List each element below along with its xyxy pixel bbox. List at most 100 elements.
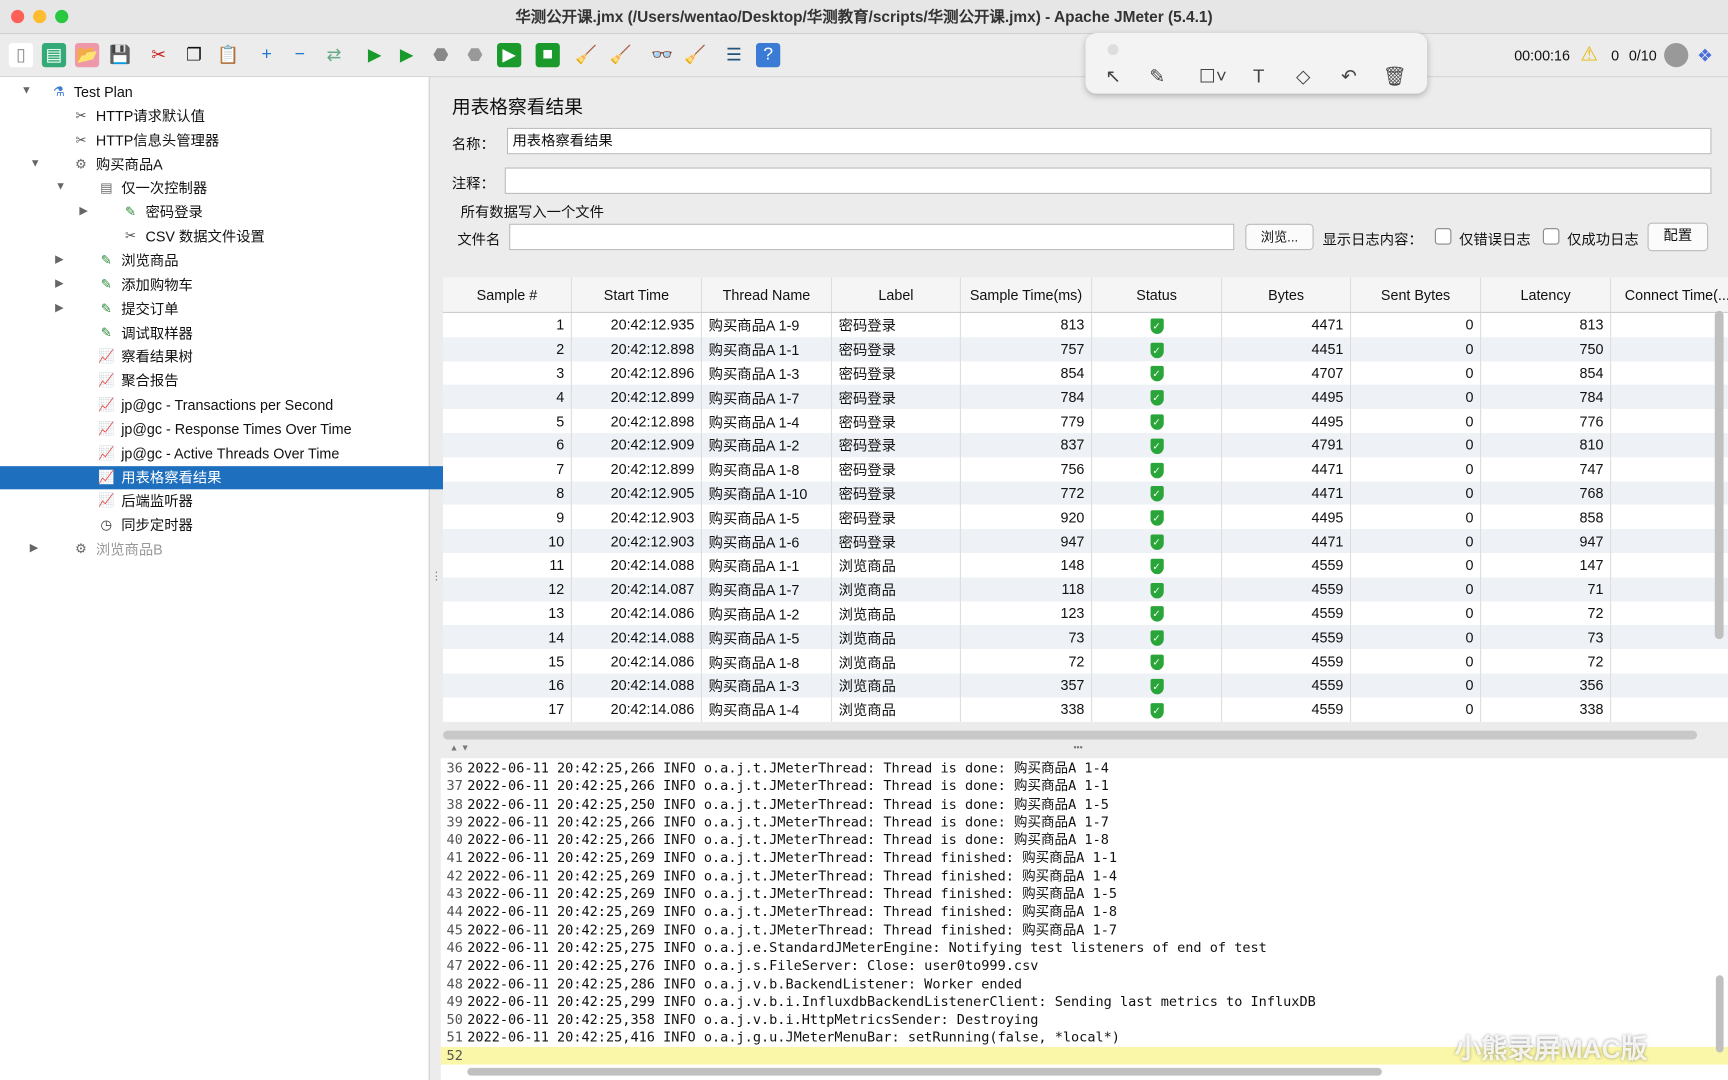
- column-header[interactable]: Thread Name: [701, 277, 833, 313]
- pen-icon[interactable]: ✎: [1149, 66, 1165, 88]
- undo-icon[interactable]: ↶: [1341, 66, 1357, 88]
- tree-item[interactable]: ✂ HTTP请求默认值: [72, 105, 205, 128]
- tree-item[interactable]: 📈 后端监听器: [97, 490, 193, 513]
- tree-item[interactable]: ✎ 调试取样器: [97, 321, 193, 344]
- stop-icon[interactable]: ⬣: [429, 43, 453, 67]
- shutdown-icon[interactable]: ⬣: [463, 43, 487, 67]
- table-row[interactable]: 920:42:12.903购买商品A 1-5密码登录920✓449508580: [443, 505, 1728, 530]
- column-header[interactable]: Sample #: [443, 277, 572, 313]
- tree-item[interactable]: 📈 jp@gc - Active Threads Over Time: [97, 442, 339, 465]
- column-header[interactable]: Connect Time(...: [1610, 277, 1728, 313]
- start-no-pause-icon[interactable]: ▶: [395, 43, 419, 67]
- tree-item[interactable]: ✎ 提交订单: [97, 297, 179, 320]
- table-row[interactable]: 520:42:12.898购买商品A 1-4密码登录779✓449507760: [443, 409, 1728, 434]
- collapse-icon[interactable]: −: [288, 43, 312, 67]
- tree-item[interactable]: ✎ 添加购物车: [97, 273, 193, 296]
- table-row[interactable]: 320:42:12.896购买商品A 1-3密码登录854✓470708540: [443, 361, 1728, 386]
- start-icon[interactable]: ▶: [363, 43, 387, 67]
- table-row[interactable]: 1320:42:14.086购买商品A 1-2浏览商品123✓45590720: [443, 601, 1728, 626]
- expanded-arrow-icon[interactable]: ▼: [21, 85, 32, 97]
- table-row[interactable]: 120:42:12.935购买商品A 1-9密码登录813✓447108130: [443, 312, 1728, 338]
- zoom-window-button[interactable]: [55, 9, 69, 24]
- table-row[interactable]: 1220:42:14.087购买商品A 1-7浏览商品118✓45590710: [443, 577, 1728, 602]
- paste-icon[interactable]: 📋: [216, 43, 240, 67]
- tree-item[interactable]: 📈 聚合报告: [97, 369, 178, 392]
- clear-all-icon[interactable]: 🧹: [608, 43, 632, 67]
- warning-icon[interactable]: ⚠: [1580, 43, 1598, 66]
- trash-icon[interactable]: 🗑: [1383, 66, 1407, 88]
- column-header[interactable]: Start Time: [571, 277, 702, 313]
- templates-icon[interactable]: ▤: [41, 42, 67, 68]
- close-window-button[interactable]: [11, 9, 25, 24]
- table-row[interactable]: 1720:42:14.086购买商品A 1-4浏览商品338✓455903380: [443, 697, 1728, 722]
- configure-button[interactable]: 配置: [1647, 222, 1709, 252]
- tree-item[interactable]: ✎ 密码登录: [121, 201, 203, 224]
- minimize-window-button[interactable]: [33, 9, 47, 24]
- column-header[interactable]: Sample Time(ms): [960, 277, 1093, 313]
- tree-item[interactable]: ⚗ Test Plan: [50, 80, 133, 103]
- remote-start-icon[interactable]: ▶: [497, 42, 522, 68]
- expanded-arrow-icon[interactable]: ▼: [30, 157, 41, 169]
- tree-item[interactable]: 📈 jp@gc - Transactions per Second: [97, 393, 333, 416]
- clear-icon[interactable]: 🧹: [574, 43, 598, 67]
- tree-item[interactable]: ⚙ 购买商品A: [72, 153, 163, 176]
- name-input[interactable]: 用表格察看结果: [506, 127, 1712, 155]
- errors-only-checkbox[interactable]: [1434, 228, 1452, 245]
- collapsed-arrow-icon[interactable]: ▶: [55, 253, 63, 265]
- table-row[interactable]: 420:42:12.899购买商品A 1-7密码登录784✓449507840: [443, 385, 1728, 410]
- table-row[interactable]: 720:42:12.899购买商品A 1-8密码登录756✓447107470: [443, 457, 1728, 482]
- function-helper-icon[interactable]: ☰: [722, 43, 746, 67]
- help-icon[interactable]: ?: [755, 42, 781, 68]
- tree-item[interactable]: ✂ CSV 数据文件设置: [121, 225, 265, 248]
- rectangle-icon[interactable]: ☐˅: [1199, 66, 1227, 88]
- tree-item[interactable]: ✎ 浏览商品: [97, 249, 179, 272]
- copy-icon[interactable]: ❐: [182, 43, 206, 67]
- column-header[interactable]: Sent Bytes: [1350, 277, 1482, 313]
- toggle-icon[interactable]: ⇄: [322, 43, 346, 67]
- column-header[interactable]: Latency: [1480, 277, 1612, 313]
- cut-icon[interactable]: ✂: [147, 43, 171, 67]
- log-horizontal-scrollbar[interactable]: [467, 1067, 1382, 1076]
- log-split-handle[interactable]: ▲ ▼ •••: [440, 742, 1728, 756]
- text-icon[interactable]: T: [1253, 66, 1264, 88]
- table-row[interactable]: 1420:42:14.088购买商品A 1-5浏览商品73✓45590730: [443, 625, 1728, 650]
- tree-item[interactable]: ▤ 仅一次控制器: [97, 177, 207, 200]
- column-header[interactable]: Status: [1091, 277, 1223, 313]
- success-only-checkbox[interactable]: [1542, 228, 1560, 245]
- reset-search-icon[interactable]: 🧹: [683, 43, 707, 67]
- log-icon[interactable]: ❖: [1697, 45, 1713, 67]
- tree-item[interactable]: 📈 jp@gc - Response Times Over Time: [97, 418, 351, 441]
- search-icon[interactable]: 👓: [650, 43, 674, 67]
- split-handle[interactable]: ⋮: [431, 571, 442, 583]
- log-vertical-scrollbar[interactable]: [1715, 975, 1724, 1053]
- table-row[interactable]: 1120:42:14.088购买商品A 1-1浏览商品148✓455901470: [443, 553, 1728, 578]
- table-row[interactable]: 1620:42:14.088购买商品A 1-3浏览商品357✓455903560: [443, 673, 1728, 698]
- column-header[interactable]: Bytes: [1221, 277, 1352, 313]
- tree-item[interactable]: ◷ 同步定时器: [97, 514, 193, 537]
- remote-stop-icon[interactable]: ■: [535, 42, 560, 68]
- table-row[interactable]: 1520:42:14.086购买商品A 1-8浏览商品72✓45590720: [443, 649, 1728, 674]
- expand-icon[interactable]: +: [255, 43, 279, 67]
- open-icon[interactable]: 📂: [74, 42, 100, 68]
- collapsed-arrow-icon[interactable]: ▶: [79, 205, 87, 217]
- collapsed-arrow-icon[interactable]: ▶: [30, 542, 38, 554]
- table-vertical-scrollbar[interactable]: [1714, 310, 1724, 640]
- expanded-arrow-icon[interactable]: ▼: [55, 181, 66, 193]
- table-row[interactable]: 1020:42:12.903购买商品A 1-6密码登录947✓447109470: [443, 529, 1728, 554]
- table-row[interactable]: 220:42:12.898购买商品A 1-1密码登录757✓445107500: [443, 337, 1728, 362]
- tree-item[interactable]: ⚙ 浏览商品B: [72, 538, 163, 561]
- new-icon[interactable]: ▯: [8, 42, 34, 68]
- table-row[interactable]: 620:42:12.909购买商品A 1-2密码登录837✓479108100: [443, 433, 1728, 458]
- browse-button[interactable]: 浏览...: [1245, 223, 1314, 251]
- table-horizontal-scrollbar[interactable]: [443, 730, 1698, 740]
- table-row[interactable]: 820:42:12.905购买商品A 1-10密码登录772✓447107680: [443, 481, 1728, 506]
- pointer-icon[interactable]: ↖: [1105, 66, 1121, 88]
- tree-item[interactable]: 📈 察看结果树: [97, 345, 193, 368]
- collapsed-arrow-icon[interactable]: ▶: [55, 277, 63, 289]
- eraser-icon[interactable]: ◇: [1296, 66, 1310, 88]
- filename-input[interactable]: [509, 223, 1235, 251]
- save-icon[interactable]: 💾: [108, 43, 132, 67]
- collapsed-arrow-icon[interactable]: ▶: [55, 302, 63, 314]
- comment-input[interactable]: [504, 167, 1712, 194]
- column-header[interactable]: Label: [831, 277, 961, 313]
